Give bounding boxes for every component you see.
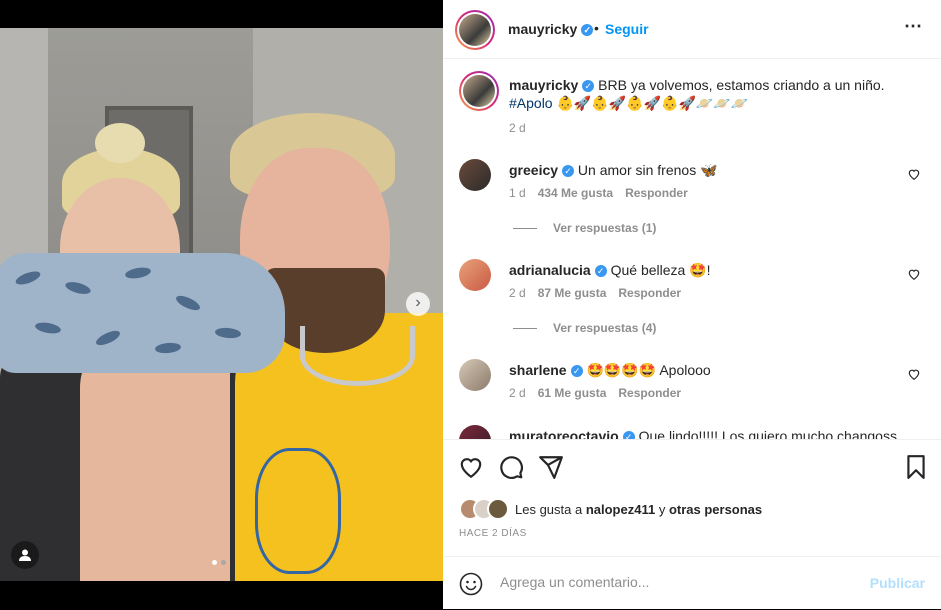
caption-hashtag[interactable]: #Apolo xyxy=(509,95,553,111)
liker-avatar xyxy=(487,498,509,520)
post-photo[interactable] xyxy=(0,28,443,581)
post-media: › xyxy=(0,0,443,609)
caption-avatar[interactable] xyxy=(459,71,499,111)
verified-badge-icon: ✓ xyxy=(594,265,607,278)
comment-username[interactable]: adrianalucia xyxy=(509,262,591,278)
separator-dot: • xyxy=(594,20,599,36)
publish-button[interactable]: Publicar xyxy=(870,575,925,591)
caption-text: BRB ya volvemos, estamos criando a un ni… xyxy=(594,77,885,93)
comment-time: 2 d xyxy=(509,286,526,300)
commenter-avatar[interactable] xyxy=(459,259,491,291)
verified-badge-icon: ✓ xyxy=(562,165,575,178)
author-username[interactable]: mauyricky ✓ xyxy=(508,21,594,37)
comment-time: 1 d xyxy=(509,186,526,200)
view-replies-button[interactable]: Ver respuestas (4) xyxy=(513,321,656,335)
comment-item: sharlene ✓ 🤩🤩🤩🤩 Apolooo 2 d 61 Me gusta Res… xyxy=(459,359,929,419)
caption-username[interactable]: mauyricky xyxy=(509,77,578,93)
verified-badge-icon: ✓ xyxy=(570,365,583,378)
share-icon[interactable] xyxy=(538,454,564,480)
comment-username[interactable]: sharlene xyxy=(509,362,567,378)
comment-text: Qué belleza 🤩! xyxy=(606,262,711,278)
verified-badge-icon: ✓ xyxy=(581,24,594,37)
view-replies-button[interactable]: Ver respuestas (1) xyxy=(513,221,656,235)
like-heart-icon[interactable] xyxy=(907,267,921,281)
like-heart-icon[interactable] xyxy=(907,367,921,381)
commenter-avatar[interactable] xyxy=(459,359,491,391)
comment-likes[interactable]: 87 Me gusta xyxy=(538,286,607,300)
user-icon xyxy=(19,549,31,561)
verified-badge-icon: ✓ xyxy=(622,431,635,439)
reply-button[interactable]: Responder xyxy=(618,286,681,300)
liker-username[interactable]: nalopez411 xyxy=(586,502,655,517)
carousel-next-button[interactable]: › xyxy=(406,292,430,316)
comment-text: Un amor sin frenos 🦋 xyxy=(574,162,718,178)
comment-item: muratoreoctavio ✓ Que lindo!!!!! Los quie… xyxy=(459,425,929,439)
post-actions: Les gusta a nalopez411 y otras personas … xyxy=(443,439,941,557)
comment-text: Que lindo!!!!! Los quiero mucho changoss xyxy=(634,428,897,439)
comment-username[interactable]: greeicy xyxy=(509,162,558,178)
emoji-icon[interactable] xyxy=(459,572,483,596)
follow-button[interactable]: Seguir xyxy=(605,21,649,37)
post-header: mauyricky ✓ • Seguir ⋯ xyxy=(443,0,941,59)
commenter-avatar[interactable] xyxy=(459,159,491,191)
caption-emojis: 👶🚀👶🚀👶🚀👶🚀🪐🪐🪐 xyxy=(552,95,749,111)
save-bookmark-icon[interactable] xyxy=(903,454,929,480)
comments-list[interactable]: mauyricky ✓ BRB ya volvemos, estamos cria… xyxy=(443,59,941,439)
other-likers-link[interactable]: otras personas xyxy=(669,502,762,517)
comment-icon[interactable] xyxy=(498,454,524,480)
comment-likes[interactable]: 434 Me gusta xyxy=(538,186,613,200)
like-heart-icon[interactable] xyxy=(907,167,921,181)
tagged-users-button[interactable] xyxy=(11,541,39,569)
comment-composer: Publicar xyxy=(443,556,941,610)
carousel-dot xyxy=(221,560,226,565)
comment-likes[interactable]: 61 Me gusta xyxy=(538,386,607,400)
like-heart-icon[interactable] xyxy=(458,454,484,480)
comment-input[interactable] xyxy=(498,573,862,591)
likes-summary: Les gusta a nalopez411 y otras personas xyxy=(459,498,762,520)
carousel-dots xyxy=(212,560,226,565)
comment-username[interactable]: muratoreoctavio xyxy=(509,428,619,439)
verified-badge-icon: ✓ xyxy=(582,80,595,93)
post-timestamp: HACE 2 DÍAS xyxy=(459,528,527,539)
post-panel: mauyricky ✓ • Seguir ⋯ mauyricky ✓ BRB ya … xyxy=(443,0,941,609)
commenter-avatar[interactable] xyxy=(459,425,491,439)
more-options-icon[interactable]: ⋯ xyxy=(904,16,923,37)
reply-button[interactable]: Responder xyxy=(618,386,681,400)
author-avatar[interactable] xyxy=(455,10,495,50)
reply-button[interactable]: Responder xyxy=(625,186,688,200)
caption-time: 2 d xyxy=(509,121,526,135)
carousel-dot xyxy=(212,560,217,565)
caption: mauyricky ✓ BRB ya volvemos, estamos cria… xyxy=(459,71,929,141)
comment-time: 2 d xyxy=(509,386,526,400)
comment-text: 🤩🤩🤩🤩 Apolooo xyxy=(582,362,711,378)
